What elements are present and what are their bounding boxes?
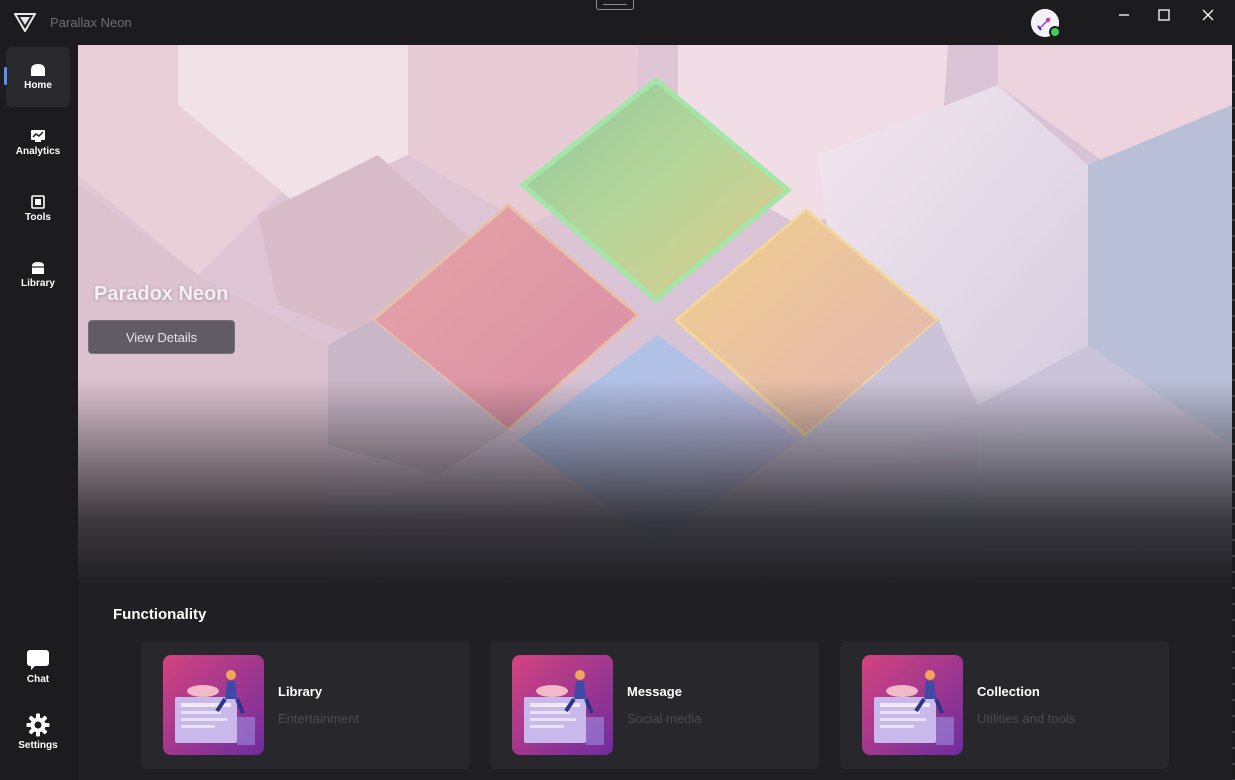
sidebar-item-analytics[interactable]: Analytics (6, 113, 70, 173)
sidebar-item-label: Analytics (15, 146, 61, 157)
app-logo-icon (14, 13, 36, 32)
card-subtitle: Utilities and tools (977, 711, 1076, 726)
illustration-icon (862, 655, 963, 755)
library-icon (32, 262, 44, 274)
card-message[interactable]: Message Social media (490, 641, 819, 769)
online-status-dot (1049, 26, 1061, 38)
sidebar: Home Analytics Tools Library Chat Settin… (0, 45, 78, 780)
sidebar-item-chat[interactable]: Chat (6, 637, 70, 697)
chart-icon (31, 130, 45, 142)
sidebar-item-home[interactable]: Home (4, 47, 70, 107)
card-thumbnail (163, 655, 264, 755)
sidebar-item-library[interactable]: Library (6, 245, 70, 305)
card-collection[interactable]: Collection Utilities and tools (840, 641, 1169, 769)
card-title: Message (627, 684, 682, 699)
card-thumbnail (512, 655, 613, 755)
app-window: Parallax Neon Home Analytics Tools Libra… (0, 0, 1235, 780)
sidebar-item-settings[interactable]: Settings (6, 702, 70, 762)
close-icon (1202, 9, 1214, 21)
drag-handle-icon[interactable] (596, 0, 634, 10)
tools-icon (31, 195, 45, 209)
card-subtitle: Entertainment (278, 711, 359, 726)
sidebar-item-label: Settings (18, 740, 58, 751)
sidebar-item-label: Library (21, 278, 55, 289)
maximize-button[interactable] (1142, 0, 1186, 30)
illustration-icon (512, 655, 613, 755)
card-library[interactable]: Library Entertainment (141, 641, 470, 769)
card-thumbnail (862, 655, 963, 755)
chat-icon (27, 650, 49, 670)
main-content: Paradox Neon View Details Functionality (78, 45, 1232, 780)
hero-title: Paradox Neon (94, 283, 229, 305)
sidebar-item-label: Home (24, 80, 52, 91)
title-bar[interactable]: Parallax Neon (0, 0, 1235, 45)
user-avatar[interactable] (1031, 9, 1061, 38)
minimize-button[interactable] (1102, 0, 1146, 30)
illustration-icon (163, 655, 264, 755)
home-icon (31, 64, 45, 76)
hero-banner: Paradox Neon View Details (78, 45, 1232, 585)
hero-cubes-image (78, 45, 1232, 585)
sidebar-item-label: Tools (25, 212, 51, 223)
window-title: Parallax Neon (50, 15, 132, 30)
view-details-button[interactable]: View Details (88, 320, 235, 354)
gear-icon (26, 713, 50, 737)
card-title: Collection (977, 684, 1040, 699)
maximize-icon (1158, 9, 1170, 21)
minimize-icon (1119, 14, 1129, 16)
active-indicator (4, 67, 7, 85)
card-subtitle: Social media (627, 711, 702, 726)
sidebar-item-tools[interactable]: Tools (6, 179, 70, 239)
section-title: Functionality (113, 606, 207, 623)
card-title: Library (278, 684, 323, 699)
close-button[interactable] (1186, 0, 1230, 30)
sidebar-item-label: Chat (26, 674, 50, 685)
